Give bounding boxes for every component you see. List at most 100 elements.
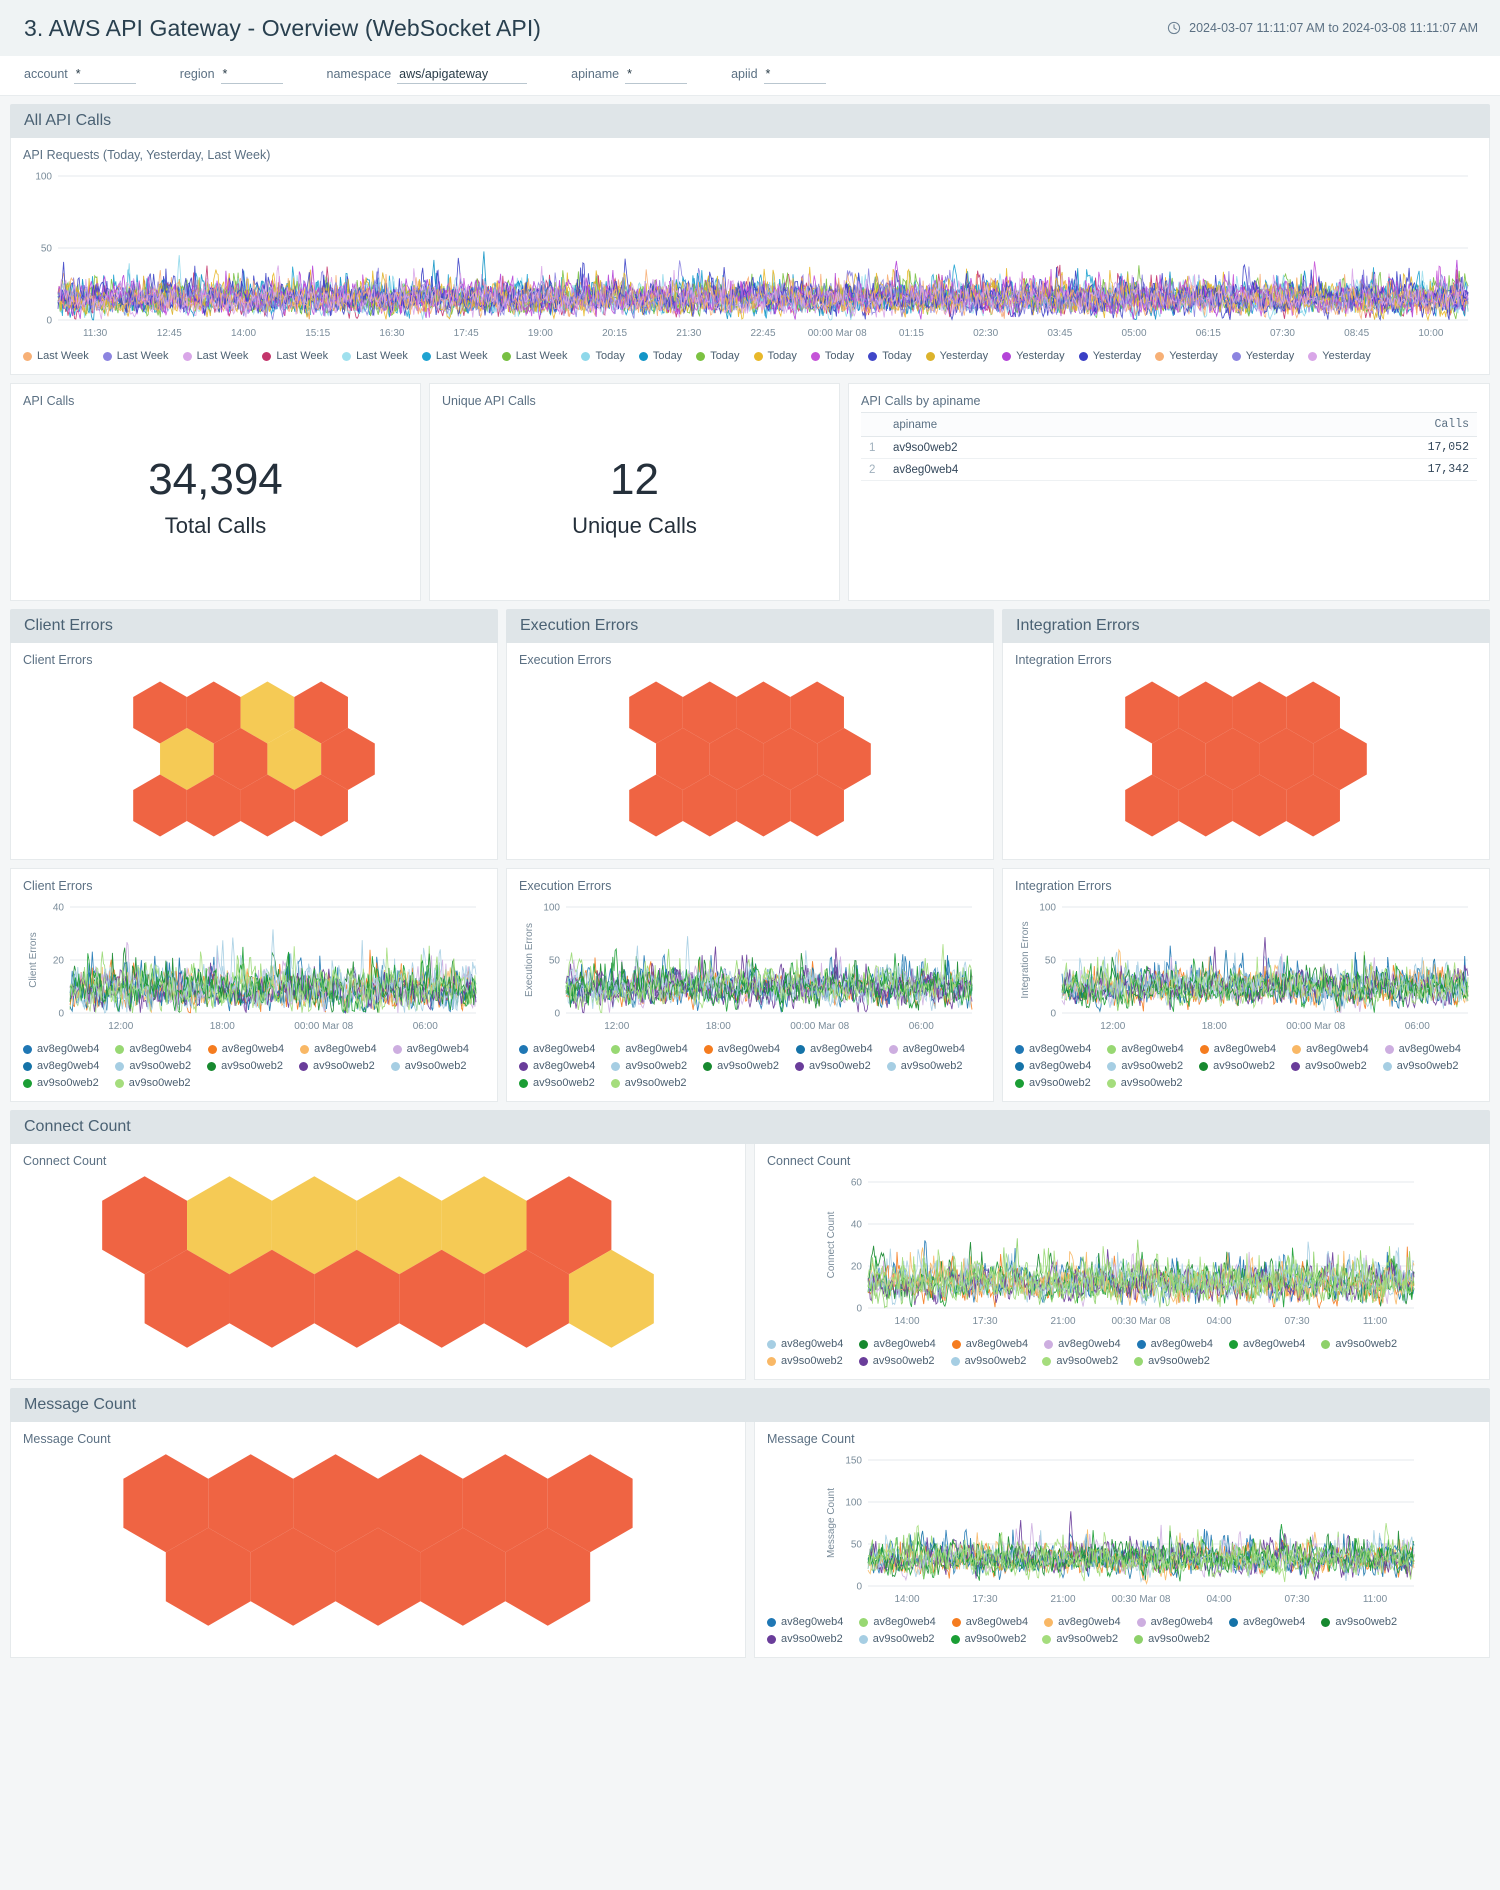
column-calls[interactable]: Calls [1231, 412, 1477, 437]
legend-item[interactable]: av9so0web2 [886, 1060, 963, 1072]
message-count-legend[interactable]: av8eg0web4 av8eg0web4 av8eg0web4 av8eg0web4… [767, 1616, 1477, 1645]
legend-item[interactable]: av9so0web2 [950, 1355, 1026, 1367]
legend-item[interactable]: av8eg0web4 [703, 1043, 780, 1055]
filter-region[interactable]: region * [180, 67, 283, 84]
client-errors-honeycomb[interactable] [23, 671, 485, 847]
legend-item[interactable]: Last Week [501, 350, 567, 362]
client-errors-chart[interactable]: 0 20 40 Client Errors 12:00 18:00 00:00 Mar 08… [23, 897, 485, 1037]
legend-item[interactable]: av8eg0web4 [1044, 1616, 1121, 1628]
legend-item[interactable]: av9so0web2 [611, 1060, 687, 1072]
legend-item[interactable]: Last Week [102, 350, 169, 362]
legend-item[interactable]: Today [753, 350, 797, 362]
legend-item[interactable]: Yesterday [1002, 350, 1065, 362]
legend-item[interactable]: av8eg0web4 [767, 1616, 843, 1628]
connect-count-chart[interactable]: 0 20 40 60 Connect Count 14:00 17:30 21:00 00:30… [767, 1172, 1477, 1332]
legend-item[interactable]: av9so0web2 [1382, 1060, 1459, 1072]
legend-item[interactable]: Today [581, 350, 625, 362]
filter-apiid-value[interactable]: * [763, 67, 826, 84]
filter-namespace[interactable]: namespace aws/apigateway [327, 67, 528, 84]
legend-item[interactable]: av9so0web2 [114, 1077, 191, 1089]
legend-item[interactable]: av9so0web2 [298, 1060, 375, 1072]
legend-item[interactable]: av8eg0web4 [1384, 1043, 1461, 1055]
legend-item[interactable]: av9so0web2 [1134, 1355, 1210, 1367]
execution-errors-legend[interactable]: av8eg0web4 av8eg0web4 av8eg0web4 av8eg0web4… [519, 1043, 981, 1089]
legend-item[interactable]: av9so0web2 [794, 1060, 871, 1072]
message-count-honeycomb[interactable] [23, 1450, 733, 1630]
legend-item[interactable]: av8eg0web4 [951, 1338, 1028, 1350]
legend-item[interactable]: av8eg0web4 [1228, 1616, 1305, 1628]
filter-apiname[interactable]: apiname * [571, 67, 688, 84]
legend-item[interactable]: Today [696, 350, 740, 362]
filter-account-value[interactable]: * [73, 67, 136, 84]
legend-item[interactable]: Last Week [23, 350, 89, 362]
client-errors-legend[interactable]: av8eg0web4 av8eg0web4 av8eg0web4 av8eg0web4… [23, 1043, 485, 1089]
legend-item[interactable]: av9so0web2 [390, 1060, 467, 1072]
legend-item[interactable]: av8eg0web4 [207, 1043, 284, 1055]
legend-item[interactable]: av9so0web2 [950, 1633, 1026, 1645]
legend-item[interactable]: av8eg0web4 [951, 1616, 1028, 1628]
legend-item[interactable]: av8eg0web4 [300, 1043, 377, 1055]
legend-item[interactable]: Yesterday [925, 350, 988, 362]
legend-item[interactable]: av9so0web2 [1321, 1338, 1397, 1350]
filter-apiid[interactable]: apiid * [731, 67, 826, 84]
legend-item[interactable]: av9so0web2 [703, 1060, 779, 1072]
legend-item[interactable]: Yesterday [1231, 350, 1294, 362]
legend-item[interactable]: av9so0web2 [1042, 1355, 1118, 1367]
legend-item[interactable]: Today [868, 350, 912, 362]
legend-item[interactable]: Today [638, 350, 682, 362]
legend-item[interactable]: av8eg0web4 [1136, 1616, 1213, 1628]
filter-apiname-value[interactable]: * [625, 67, 688, 84]
filter-namespace-value[interactable]: aws/apigateway [397, 67, 528, 84]
legend-item[interactable]: av8eg0web4 [1199, 1043, 1276, 1055]
legend-item[interactable]: av8eg0web4 [796, 1043, 873, 1055]
legend-item[interactable]: av9so0web2 [519, 1077, 595, 1089]
legend-item[interactable]: av8eg0web4 [888, 1043, 965, 1055]
legend-item[interactable]: av8eg0web4 [767, 1338, 843, 1350]
legend-item[interactable]: av8eg0web4 [115, 1043, 192, 1055]
integration-errors-legend[interactable]: av8eg0web4 av8eg0web4 av8eg0web4 av8eg0web4… [1015, 1043, 1477, 1089]
legend-item[interactable]: av8eg0web4 [859, 1616, 936, 1628]
legend-item[interactable]: av9so0web2 [610, 1077, 687, 1089]
legend-item[interactable]: Last Week [342, 350, 408, 362]
legend-item[interactable]: av9so0web2 [207, 1060, 283, 1072]
connect-count-honeycomb[interactable] [23, 1172, 733, 1352]
legend-item[interactable]: av8eg0web4 [859, 1338, 936, 1350]
execution-errors-chart[interactable]: 0 50 100 Execution Errors 12:00 18:00 00:00 Ma… [519, 897, 981, 1037]
legend-item[interactable]: av9so0web2 [1107, 1060, 1183, 1072]
legend-item[interactable]: Last Week [262, 350, 328, 362]
legend-item[interactable]: av9so0web2 [858, 1355, 935, 1367]
legend-item[interactable]: av8eg0web4 [1292, 1043, 1369, 1055]
integration-errors-chart[interactable]: 0 50 100 Integration Errors 12:00 18:00 00:00 … [1015, 897, 1477, 1037]
legend-item[interactable]: Yesterday [1308, 350, 1371, 362]
legend-item[interactable]: Last Week [182, 350, 248, 362]
legend-item[interactable]: av8eg0web4 [1015, 1043, 1091, 1055]
filter-region-value[interactable]: * [220, 67, 283, 84]
legend-item[interactable]: av8eg0web4 [23, 1060, 99, 1072]
legend-item[interactable]: Yesterday [1155, 350, 1218, 362]
filter-account[interactable]: account * [24, 67, 136, 84]
legend-item[interactable]: av8eg0web4 [23, 1043, 99, 1055]
legend-item[interactable]: Today [810, 350, 854, 362]
legend-item[interactable]: av9so0web2 [767, 1355, 843, 1367]
table-row[interactable]: 2 av8eg0web4 17,342 [861, 458, 1477, 481]
legend-item[interactable]: av9so0web2 [1290, 1060, 1367, 1072]
legend-item[interactable]: av8eg0web4 [1228, 1338, 1305, 1350]
legend-item[interactable]: av8eg0web4 [611, 1043, 688, 1055]
legend-item[interactable]: av9so0web2 [767, 1633, 843, 1645]
api-requests-legend[interactable]: Last Week Last Week Last Week Last Week Last… [23, 350, 1477, 362]
legend-item[interactable]: av8eg0web4 [392, 1043, 469, 1055]
legend-item[interactable]: av9so0web2 [858, 1633, 935, 1645]
legend-item[interactable]: av8eg0web4 [1136, 1338, 1213, 1350]
message-count-chart[interactable]: 0 50 100 150 Message Count 14:00 17:30 21:00 00:… [767, 1450, 1477, 1610]
legend-item[interactable]: av9so0web2 [115, 1060, 191, 1072]
legend-item[interactable]: Yesterday [1078, 350, 1141, 362]
legend-item[interactable]: av9so0web2 [1321, 1616, 1397, 1628]
table-row[interactable]: 1 av9so0web2 17,052 [861, 436, 1477, 459]
execution-errors-honeycomb[interactable] [519, 671, 981, 847]
legend-item[interactable]: av8eg0web4 [1015, 1060, 1091, 1072]
api-requests-chart[interactable]: 0 50 100 11:30 12:45 14:00 15:15 16:30 17:45 19:0… [23, 166, 1477, 344]
legend-item[interactable]: av9so0web2 [1199, 1060, 1275, 1072]
time-range-picker[interactable]: 2024-03-07 11:11:07 AM to 2024-03-08 11:… [1167, 21, 1478, 35]
integration-errors-honeycomb[interactable] [1015, 671, 1477, 847]
legend-item[interactable]: av8eg0web4 [1044, 1338, 1121, 1350]
